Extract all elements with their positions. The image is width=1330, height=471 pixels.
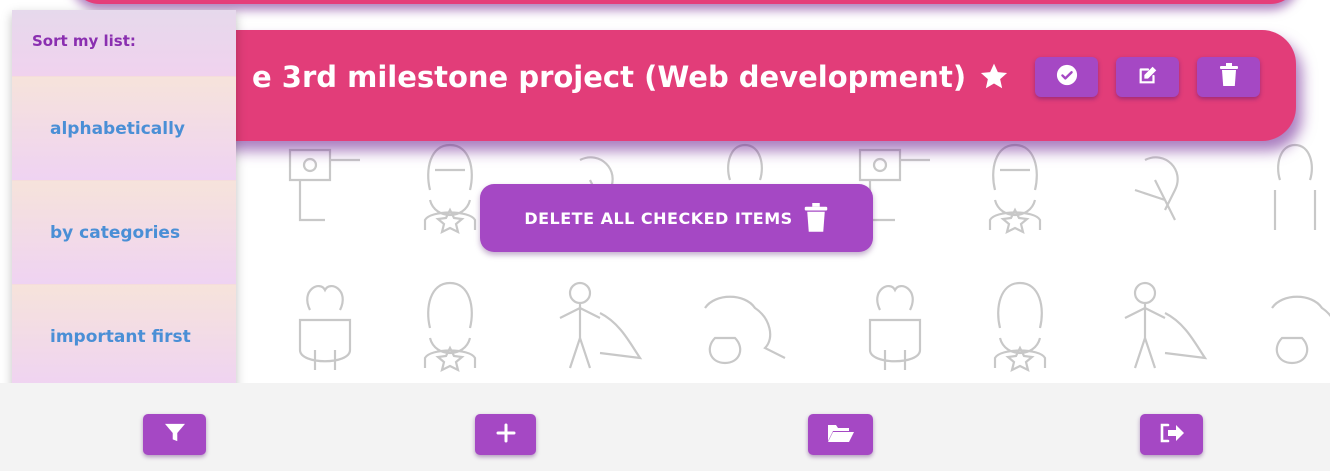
sort-option-categories[interactable]: by categories: [12, 180, 236, 284]
sort-option-alphabetically[interactable]: alphabetically: [12, 76, 236, 180]
footer-toolbar: [0, 383, 1330, 471]
sort-option-important[interactable]: important first: [12, 284, 236, 388]
delete-all-label: DELETE ALL CHECKED ITEMS: [524, 208, 793, 228]
plus-icon: [496, 423, 516, 447]
check-button[interactable]: [1035, 57, 1098, 97]
item-title-row: e 3rd milestone project (Web development…: [252, 60, 1010, 94]
logout-button[interactable]: [1140, 414, 1203, 455]
check-circle-icon: [1056, 64, 1078, 90]
edit-button[interactable]: [1116, 57, 1179, 97]
sign-out-icon: [1159, 423, 1185, 447]
item-actions: [1035, 57, 1260, 97]
delete-all-checked-button[interactable]: DELETE ALL CHECKED ITEMS: [480, 184, 873, 252]
item-title: e 3rd milestone project (Web development…: [252, 60, 967, 94]
filter-button[interactable]: [143, 414, 206, 455]
open-folder-button[interactable]: [808, 414, 873, 455]
delete-button[interactable]: [1197, 57, 1260, 97]
filter-icon: [164, 423, 186, 447]
edit-icon: [1136, 64, 1160, 90]
star-icon[interactable]: [978, 61, 1010, 93]
previous-item-card: [70, 0, 1300, 4]
trash-icon: [1219, 63, 1239, 91]
folder-open-icon: [827, 423, 855, 447]
add-button[interactable]: [475, 414, 536, 455]
sort-menu-header: Sort my list:: [12, 10, 236, 76]
todo-item-card: e 3rd milestone project (Web development…: [200, 30, 1296, 141]
trash-icon: [803, 203, 829, 233]
sort-menu: Sort my list: alphabetically by categori…: [12, 10, 236, 388]
